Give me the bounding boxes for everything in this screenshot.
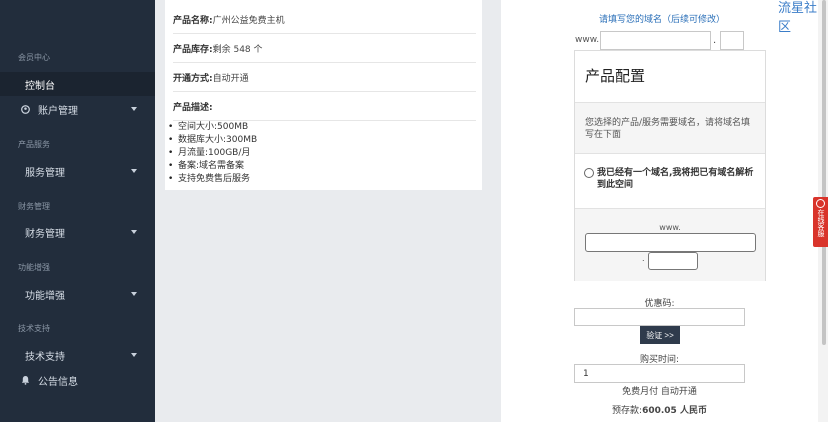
existing-domain-radio[interactable]: [584, 168, 594, 178]
chevron-down-icon: [131, 107, 137, 111]
verify-coupon-button[interactable]: 验证 >>: [640, 326, 680, 344]
domain-dot: .: [713, 35, 717, 46]
site-watermark: 流星社区: [778, 1, 818, 35]
sidebar-item-label: 技术支持: [25, 351, 65, 363]
existing-domain-suffix-input[interactable]: [648, 252, 698, 270]
online-service-label: 在线客服: [817, 209, 825, 237]
coupon-input[interactable]: [574, 308, 745, 326]
sidebar-item-services[interactable]: 服务管理: [0, 159, 155, 183]
config-title: 产品配置: [585, 67, 646, 85]
sidebar-item-announcements[interactable]: 公告信息: [0, 368, 155, 392]
config-note: 您选择的产品/服务需要域名，请将域名填写在下面: [585, 118, 751, 140]
sidebar-group-member: 会员中心: [18, 53, 50, 62]
sidebar-group-support: 技术支持: [18, 324, 50, 333]
sidebar-group-features: 功能增强: [18, 263, 50, 272]
billing-text: 免费月付 自动开通: [622, 387, 697, 397]
prepay-value: 600.05 人民币: [642, 406, 707, 416]
description-label: 产品描述:: [173, 102, 213, 113]
domain-hint: 请填写您的域名（后续可修改）: [599, 15, 726, 25]
sidebar-item-label: 控制台: [25, 80, 55, 92]
sidebar: 会员中心 控制台 账户管理 产品服务 服务管理 财务管理 财务管理 功能增强 功…: [0, 0, 155, 422]
scrollbar-thumb[interactable]: [822, 0, 826, 345]
sidebar-item-dashboard[interactable]: 控制台: [0, 72, 155, 96]
list-item: 数据库大小:300MB: [168, 134, 257, 147]
quantity-value: 1: [583, 368, 589, 379]
prepay-row: 预存款:600.05 人民币: [574, 403, 745, 416]
product-name-value: 广州公益免费主机: [212, 15, 285, 26]
sidebar-item-label: 公告信息: [38, 376, 78, 388]
domain-name-input[interactable]: [600, 31, 711, 50]
www-prefix-2: www.: [659, 223, 681, 232]
chevron-down-icon: [131, 292, 137, 296]
chat-icon: [816, 199, 825, 208]
chevron-down-icon: [131, 230, 137, 234]
sidebar-item-account[interactable]: 账户管理: [0, 97, 155, 121]
sidebar-item-label: 功能增强: [25, 290, 65, 302]
domain-suffix-input[interactable]: [720, 31, 744, 50]
activation-value: 自动开通: [212, 73, 249, 84]
list-item: 月流量:100GB/月: [168, 147, 257, 160]
list-item: 备案:域名需备案: [168, 160, 257, 173]
sidebar-group-finance: 财务管理: [18, 202, 50, 211]
www-prefix: www.: [575, 35, 600, 45]
bell-icon: [20, 375, 30, 385]
sidebar-item-finance[interactable]: 财务管理: [0, 220, 155, 244]
sidebar-item-label: 服务管理: [25, 167, 65, 179]
activation-label: 开通方式:: [173, 73, 213, 84]
product-stock-label: 产品库存:: [173, 44, 213, 55]
prepay-label: 预存款:: [612, 406, 643, 416]
sidebar-item-features[interactable]: 功能增强: [0, 282, 155, 306]
description-row: 产品描述:: [173, 92, 476, 121]
online-service-tab[interactable]: 在线客服: [813, 197, 828, 247]
domain-dot-2: .: [642, 254, 645, 263]
product-stock-row: 产品库存: 剩余 548 个: [173, 34, 476, 63]
product-name-row: 产品名称: 广州公益免费主机: [173, 5, 476, 34]
existing-domain-label[interactable]: 我已经有一个域名,我将把已有域名解析到此空间: [597, 167, 757, 191]
description-list: 空间大小:500MB 数据库大小:300MB 月流量:100GB/月 备案:域名…: [168, 121, 257, 186]
product-info-panel: 产品名称: 广州公益免费主机 产品库存: 剩余 548 个 开通方式: 自动开通…: [165, 0, 482, 190]
sidebar-item-support[interactable]: 技术支持: [0, 343, 155, 367]
sidebar-item-label: 财务管理: [25, 228, 65, 240]
list-item: 支持免费售后服务: [168, 173, 257, 186]
quantity-input[interactable]: 1: [574, 364, 745, 383]
product-stock-value: 剩余 548 个: [212, 44, 263, 55]
existing-domain-input[interactable]: [585, 233, 756, 252]
chevron-down-icon: [131, 353, 137, 357]
user-icon: [20, 104, 30, 114]
list-item: 空间大小:500MB: [168, 121, 257, 134]
activation-row: 开通方式: 自动开通: [173, 63, 476, 92]
divider: [575, 153, 765, 154]
chevron-down-icon: [131, 169, 137, 173]
product-name-label: 产品名称:: [173, 15, 213, 26]
sidebar-group-products: 产品服务: [18, 140, 50, 149]
sidebar-item-label: 账户管理: [38, 105, 78, 117]
